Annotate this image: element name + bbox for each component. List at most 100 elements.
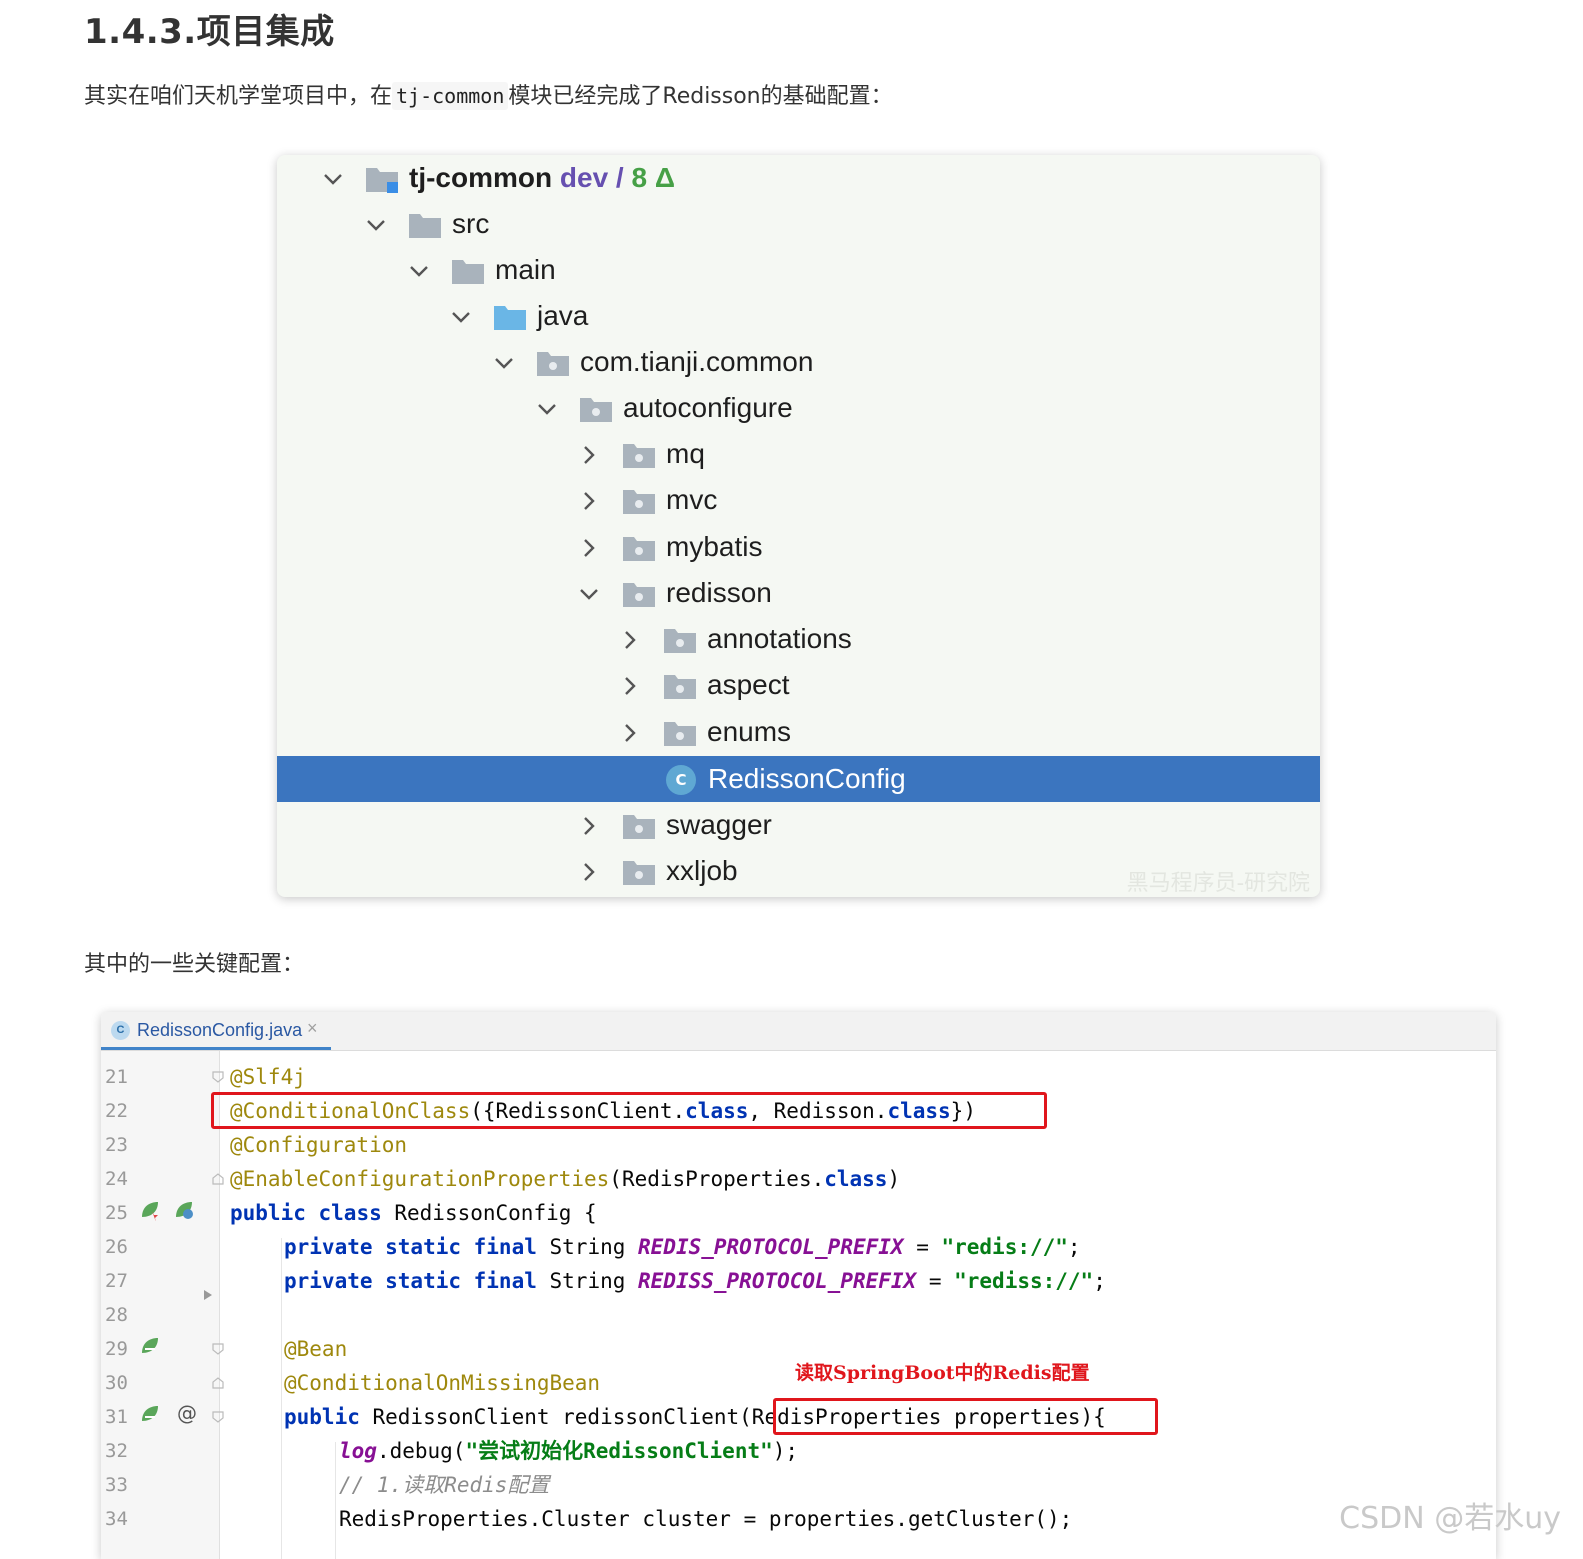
chevron-right-icon [618,627,642,651]
section-heading: 1.4.3.项目集成 [84,12,335,52]
tree-row-root: tj-common dev / 8 Δ [277,155,1320,201]
line-number: 32 [105,1440,128,1462]
package-icon [536,349,570,377]
package-icon [622,487,656,515]
tree-row-enums: enums [277,709,1320,755]
code-line: 34 RedisProperties.Cluster cluster = pro… [101,1502,1496,1536]
tree-label: RedissonConfig [708,763,906,794]
tree-label: xxljob [666,855,738,886]
tree-row-mybatis: mybatis [277,524,1320,570]
line-number: 23 [105,1134,128,1156]
java-class-icon: C [666,765,696,795]
tree-label: main [495,254,556,285]
line-number: 34 [105,1508,128,1530]
package-icon [622,580,656,608]
package-icon [663,672,697,700]
tree-row-mvc: mvc [277,477,1320,523]
section-paragraph: 其中的一些关键配置： [84,952,305,977]
tree-label: mvc [666,484,718,515]
chevron-right-icon [577,535,601,559]
line-number: 29 [105,1338,128,1360]
vcs-change-count: 8 Δ [631,162,675,193]
intro-text-after: 模块已经完成了Redisson的基础配置： [508,84,893,109]
editor-tab-redissonconfig[interactable]: C RedissonConfig.java × [101,1012,331,1050]
line-number: 31 [105,1406,128,1428]
line-number: 25 [105,1202,128,1224]
chevron-right-icon [577,442,601,466]
package-icon [622,812,656,840]
tree-label: enums [707,716,792,747]
code-line: 32 log.debug("尝试初始化RedissonClient"); [101,1434,1496,1468]
chevron-down-icon [321,166,345,190]
java-class-icon: C [111,1021,130,1040]
code-line: 23 @Configuration [101,1128,1496,1162]
source-folder-icon [493,303,527,331]
chevron-down-icon [407,258,431,282]
chevron-down-icon [492,350,516,374]
package-icon [622,858,656,886]
tree-row-redissonconfig[interactable]: C RedissonConfig [277,756,1320,802]
chevron-right-icon [577,813,601,837]
chevron-right-icon [618,720,642,744]
line-number: 26 [105,1236,128,1258]
tab-label: RedissonConfig.java [137,1020,303,1040]
code-line: 28 [101,1298,1496,1332]
tree-label: annotations [707,623,852,654]
tree-row-mq: mq [277,431,1320,477]
highlight-box-properties [773,1398,1158,1435]
module-folder-icon [365,165,399,193]
line-number: 30 [105,1372,128,1394]
package-icon [622,534,656,562]
chevron-down-icon [577,581,601,605]
tree-label: redisson [666,577,772,608]
annotation-note: 读取SpringBoot中的Redis配置 [795,1362,1090,1384]
code-line: 27 private static final String REDISS_PR… [101,1264,1496,1298]
code-line: 25 public class RedissonConfig { [101,1196,1496,1230]
highlight-box-conditional [211,1092,1047,1129]
tree-row-src: src [277,201,1320,247]
package-icon [622,441,656,469]
chevron-right-icon [577,859,601,883]
inline-code-module: tj-common [392,82,509,110]
tree-label-root: tj-common dev / 8 Δ [409,162,675,193]
chevron-down-icon [364,212,388,236]
chevron-right-icon [618,673,642,697]
folder-icon [408,211,442,239]
tree-row-java: java [277,293,1320,339]
code-line: 26 private static final String REDIS_PRO… [101,1230,1496,1264]
csdn-watermark: CSDN @若水uy [1339,1501,1561,1536]
intro-text-before: 其实在咱们天机学堂项目中，在 [84,84,393,109]
tree-row-redisson: redisson [277,570,1320,616]
code-line: 33 // 1.读取Redis配置 [101,1468,1496,1502]
tree-row-package: com.tianji.common [277,339,1320,385]
line-number: 33 [105,1474,128,1496]
package-icon [579,395,613,423]
close-icon[interactable]: × [307,1018,318,1039]
code-line: 24 @EnableConfigurationProperties(RedisP… [101,1162,1496,1196]
tree-row-main: main [277,247,1320,293]
line-number: 24 [105,1168,128,1190]
tree-row-aspect: aspect [277,662,1320,708]
folder-icon [451,257,485,285]
tree-label: autoconfigure [623,392,793,423]
chevron-right-icon [577,488,601,512]
tree-label: src [452,208,490,239]
editor-tab-bar: C RedissonConfig.java × [101,1012,1496,1051]
image-watermark: 黑马程序员-研究院 [1126,871,1310,896]
tree-row-autoconfigure: autoconfigure [277,385,1320,431]
code-editor-screenshot: C RedissonConfig.java × @ 21 @Slf4j 22 @… [101,1012,1496,1559]
chevron-down-icon [449,304,473,328]
tree-label: mybatis [666,531,763,562]
code-line: 21 @Slf4j [101,1060,1496,1094]
package-icon [663,719,697,747]
chevron-down-icon [535,396,559,420]
tree-row-annotations: annotations [277,616,1320,662]
tree-label: mq [666,438,705,469]
tree-label: java [537,300,589,331]
package-icon [663,626,697,654]
line-number: 27 [105,1270,128,1292]
tree-row-swagger: swagger [277,802,1320,848]
line-number: 21 [105,1066,128,1088]
vcs-branch: dev [559,162,609,193]
line-number: 28 [105,1304,128,1326]
